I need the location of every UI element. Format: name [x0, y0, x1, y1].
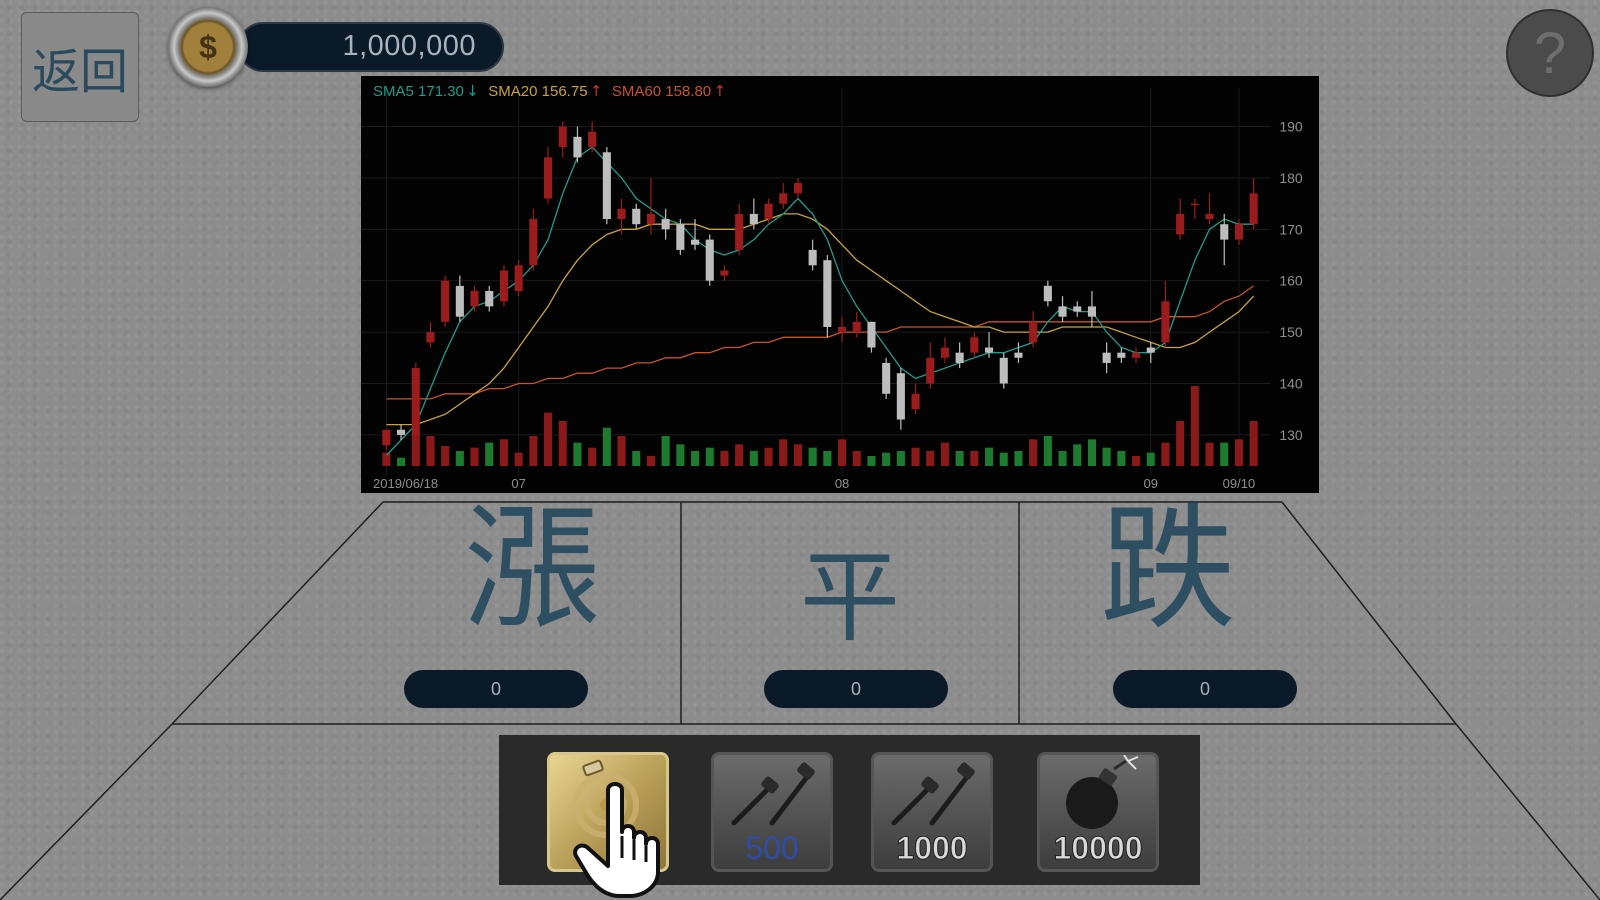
drill-icon [891, 762, 975, 826]
hand-pointer-icon [573, 782, 660, 898]
bet-fall-area[interactable]: 跌 0 [1019, 502, 1317, 724]
bet-flat-amount: 0 [764, 670, 948, 708]
bet-flat-area[interactable]: 平 0 [681, 502, 1019, 724]
bet-rise-amount: 0 [404, 670, 588, 708]
drill-1000-tool[interactable]: 1000 [871, 752, 993, 872]
drill-icon [731, 762, 815, 826]
bet-rise-area[interactable]: 漲 0 [383, 502, 681, 724]
bet-fall-label: 跌 [1100, 491, 1236, 649]
drill-1000-label: 1000 [896, 830, 968, 867]
drill-500-label: 500 [745, 830, 799, 866]
bomb-10000-label: 10000 [1053, 830, 1143, 867]
bet-rise-label: 漲 [464, 491, 600, 649]
bet-flat-label: 平 [800, 539, 900, 656]
bomb-icon [1066, 755, 1139, 829]
bomb-10000-tool[interactable]: 10000 [1037, 752, 1159, 872]
drill-500-tool[interactable]: 500 [711, 752, 833, 872]
bet-fall-amount: 0 [1113, 670, 1297, 708]
